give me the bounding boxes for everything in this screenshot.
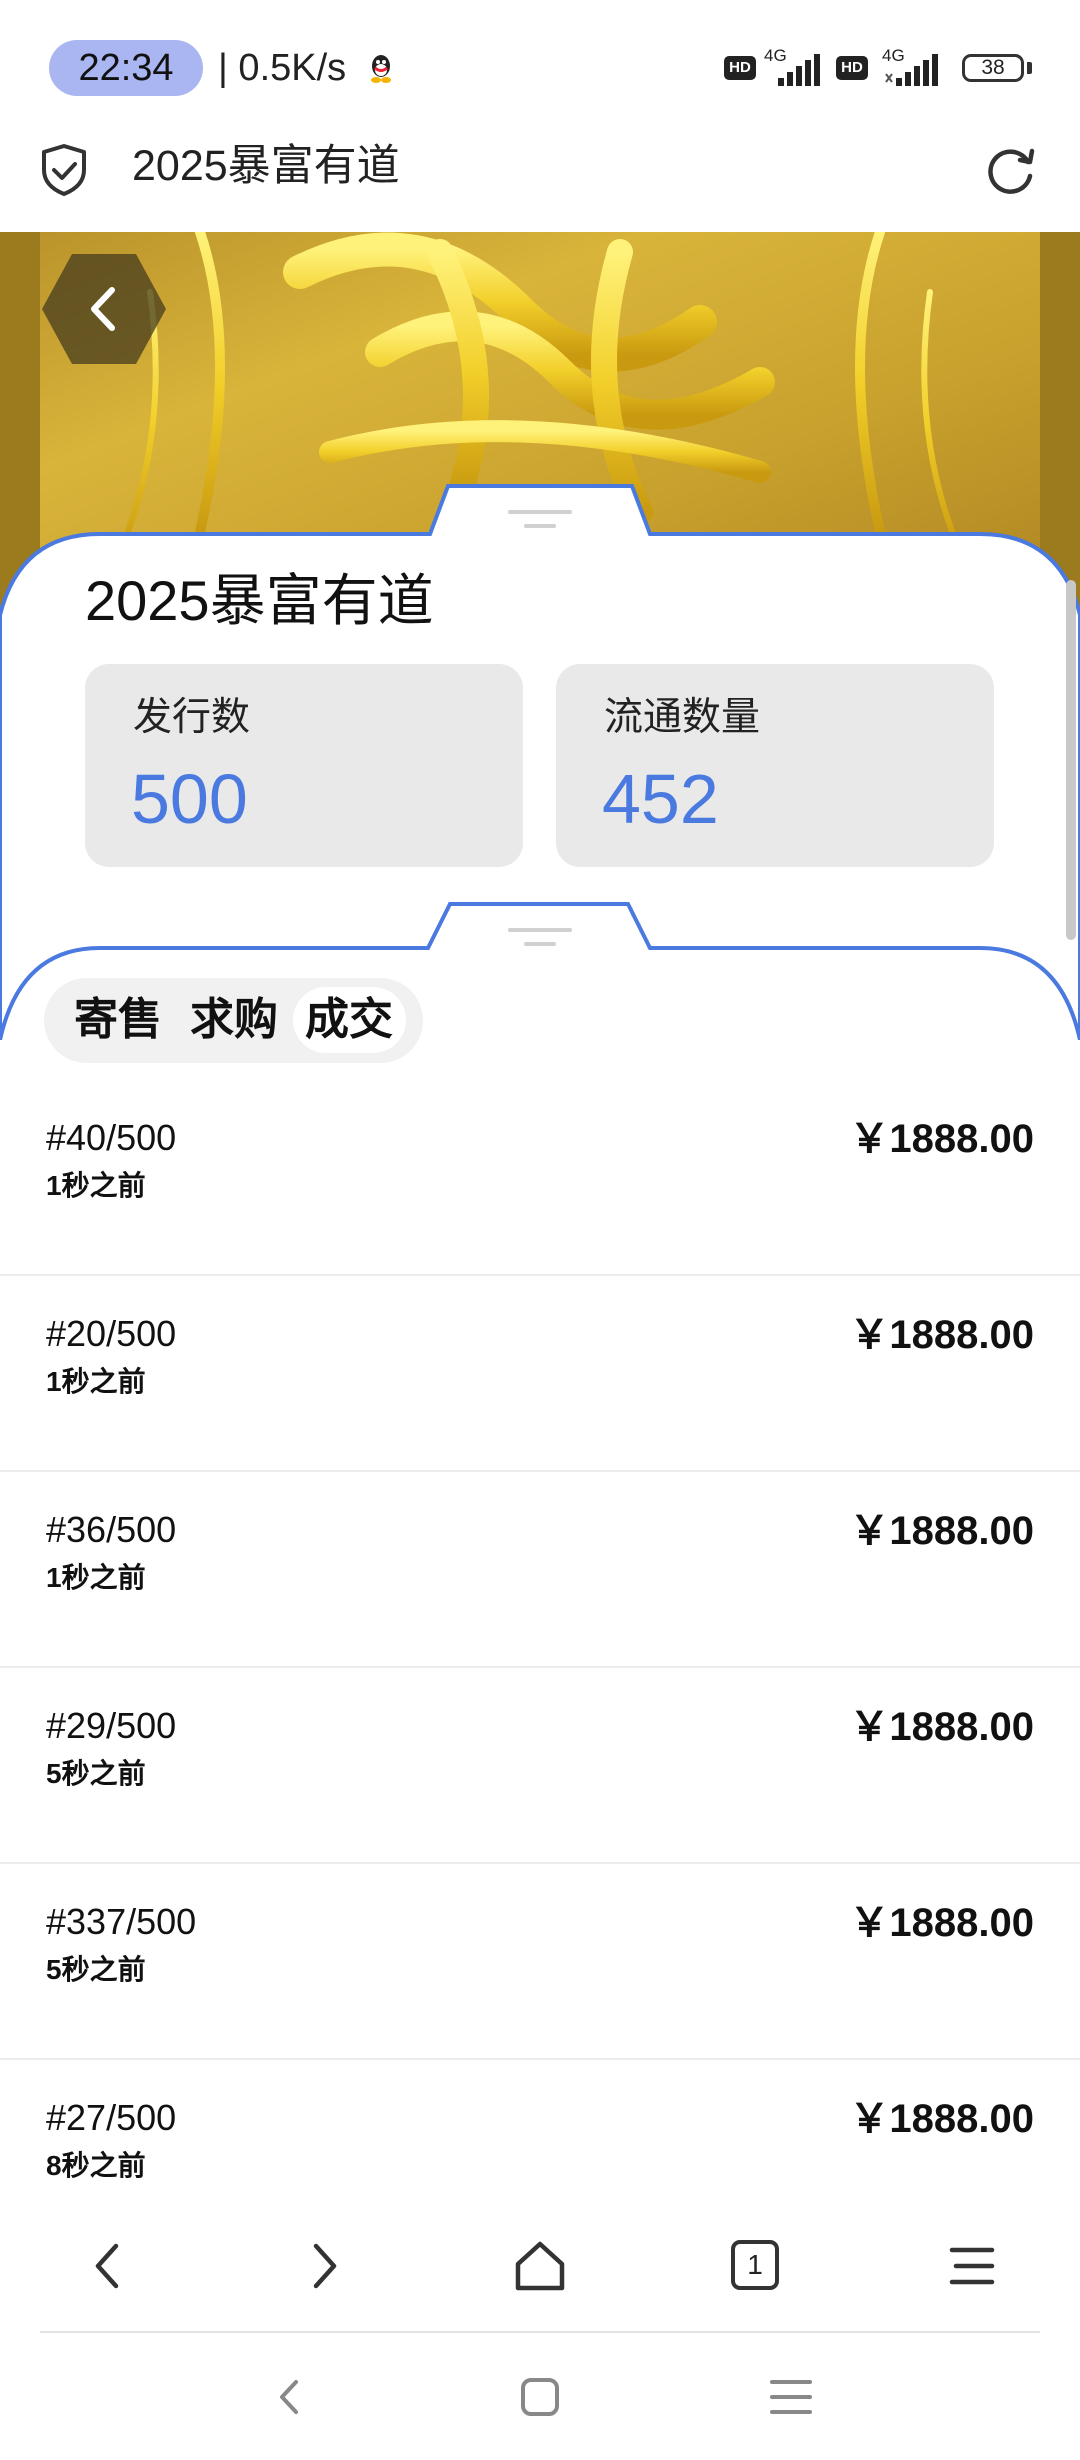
system-back-icon[interactable]	[264, 2372, 314, 2422]
transaction-price: ￥1888.00	[849, 1313, 1034, 1357]
network-speed: | 0.5K/s	[218, 47, 347, 89]
status-time: 22:34	[49, 40, 203, 96]
back-button[interactable]	[40, 250, 168, 368]
tab-count: 1	[747, 2249, 763, 2280]
sim1-signal: HD 4G	[724, 46, 824, 88]
toolbar-divider	[40, 2331, 1040, 2333]
stat-issued-label: 发行数	[133, 696, 251, 739]
security-shield-icon[interactable]	[36, 140, 92, 200]
transaction-row[interactable]: #40/500 1秒之前 ￥1888.00	[0, 1080, 1080, 1276]
tab-consignment[interactable]: 寄售	[74, 990, 162, 1050]
system-recents-icon[interactable]	[766, 2372, 816, 2422]
transaction-serial: #40/500	[46, 1117, 177, 1158]
sim1-hd-badge: HD	[724, 56, 756, 80]
transaction-row[interactable]: #29/500 5秒之前 ￥1888.00	[0, 1668, 1080, 1864]
transaction-row[interactable]: #20/500 1秒之前 ￥1888.00	[0, 1276, 1080, 1472]
transaction-time: 5秒之前	[46, 1758, 146, 1789]
system-navigation-bar	[0, 2334, 1080, 2460]
transaction-time: 8秒之前	[46, 2150, 146, 2181]
transaction-price: ￥1888.00	[849, 1705, 1034, 1749]
transaction-time: 1秒之前	[46, 1366, 146, 1397]
transaction-serial: #337/500	[46, 1901, 197, 1942]
tab-wanted[interactable]: 求购	[190, 990, 278, 1050]
stat-issued-value: 500	[131, 760, 248, 838]
battery-level: 38	[962, 54, 1024, 82]
browser-home-icon[interactable]	[510, 2236, 570, 2296]
browser-back-icon[interactable]	[78, 2236, 138, 2296]
collection-title: 2025暴富有道	[85, 569, 434, 632]
system-home-icon[interactable]	[515, 2372, 565, 2422]
transaction-serial: #27/500	[46, 2097, 177, 2138]
sim2-hd-badge: HD	[836, 56, 868, 80]
stat-issued: 发行数 500	[85, 664, 523, 867]
qq-icon	[371, 55, 391, 83]
battery-icon	[1027, 62, 1032, 74]
tab-completed[interactable]: 成交	[305, 990, 393, 1050]
transaction-price: ￥1888.00	[849, 1117, 1034, 1161]
refresh-icon[interactable]	[982, 140, 1042, 200]
transaction-serial: #29/500	[46, 1705, 177, 1746]
signal-bars-icon	[778, 54, 820, 86]
stat-circulating-value: 452	[602, 760, 719, 838]
browser-tabs-button[interactable]: 1	[731, 2240, 779, 2290]
browser-toolbar: 1	[0, 2200, 1080, 2334]
sim2-signal: HD 4G	[836, 46, 946, 88]
stat-circulating-label: 流通数量	[604, 696, 761, 739]
browser-forward-icon[interactable]	[294, 2236, 354, 2296]
browser-page-title[interactable]: 2025暴富有道	[132, 136, 400, 196]
transaction-price: ￥1888.00	[849, 1509, 1034, 1553]
transaction-row[interactable]: #337/500 5秒之前 ￥1888.00	[0, 1864, 1080, 2060]
stat-circulating: 流通数量 452	[556, 664, 994, 867]
scrollbar-thumb[interactable]	[1066, 580, 1076, 940]
transaction-row[interactable]: #36/500 1秒之前 ￥1888.00	[0, 1472, 1080, 1668]
transaction-time: 1秒之前	[46, 1170, 146, 1201]
transaction-price: ￥1888.00	[849, 2097, 1034, 2141]
status-bar: 22:34 | 0.5K/s HD 4G HD 4G 38	[0, 0, 1080, 130]
transaction-time: 1秒之前	[46, 1562, 146, 1593]
transaction-serial: #20/500	[46, 1313, 177, 1354]
browser-menu-icon[interactable]	[942, 2236, 1002, 2296]
transaction-serial: #36/500	[46, 1509, 177, 1550]
transaction-price: ￥1888.00	[849, 1901, 1034, 1945]
signal-bars-icon	[885, 54, 938, 86]
transaction-time: 5秒之前	[46, 1954, 146, 1985]
